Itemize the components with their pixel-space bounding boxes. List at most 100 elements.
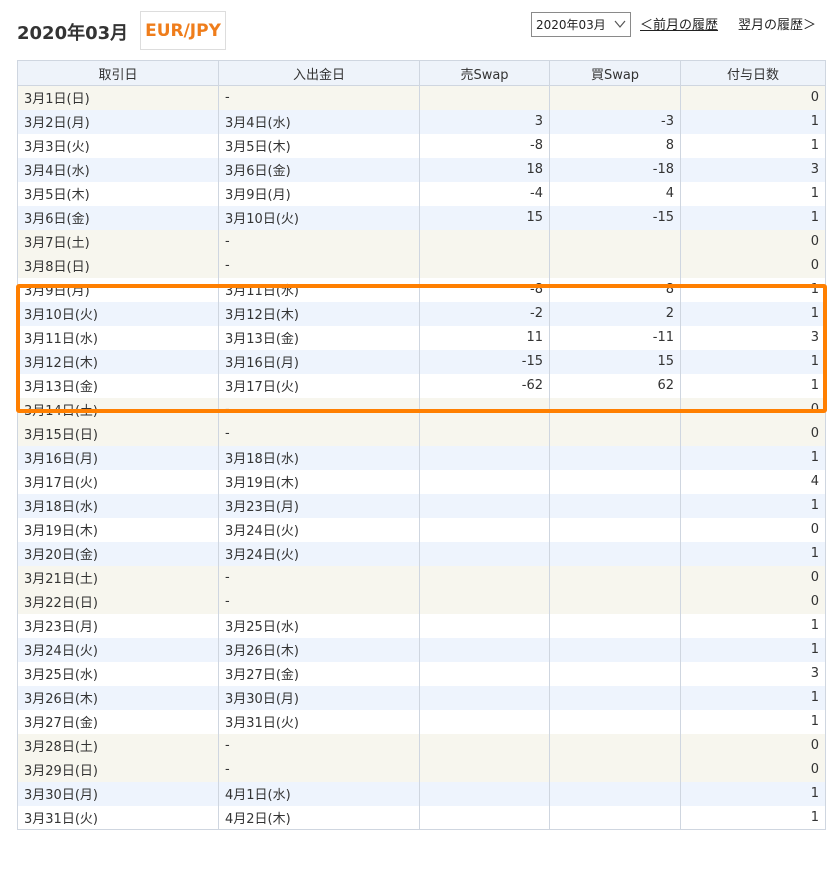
- cell-buy-swap: -18: [549, 157, 681, 182]
- cell-settlement-date: 3月5日(木): [218, 133, 420, 158]
- next-month-link[interactable]: 翌月の履歴＞: [738, 14, 816, 33]
- column-header-trade-date: 取引日: [17, 60, 219, 86]
- cell-days: 1: [680, 805, 826, 830]
- cell-days: 0: [680, 517, 826, 542]
- cell-days: 1: [680, 349, 826, 374]
- cell-sell-swap: -15: [419, 349, 550, 374]
- cell-days: 0: [680, 589, 826, 614]
- cell-trade-date: 3月7日(土): [17, 229, 219, 254]
- cell-settlement-date: -: [218, 253, 420, 278]
- cell-sell-swap: 11: [419, 325, 550, 350]
- cell-buy-swap: [549, 805, 681, 830]
- cell-days: 1: [680, 301, 826, 326]
- table-row: 3月25日(水) 3月27日(金) 3: [17, 661, 826, 686]
- cell-settlement-date: 3月6日(金): [218, 157, 420, 182]
- cell-sell-swap: [419, 613, 550, 638]
- table-row: 3月26日(木) 3月30日(月) 1: [17, 685, 826, 710]
- table-row: 3月29日(日) - 0: [17, 757, 826, 782]
- table-row: 3月22日(日) - 0: [17, 589, 826, 614]
- cell-trade-date: 3月20日(金): [17, 541, 219, 566]
- cell-settlement-date: 4月2日(木): [218, 805, 420, 830]
- cell-days: 1: [680, 781, 826, 806]
- table-header-row: 取引日 入出金日 売Swap 買Swap 付与日数: [17, 60, 826, 86]
- cell-sell-swap: -2: [419, 301, 550, 326]
- table-row: 3月20日(金) 3月24日(火) 1: [17, 541, 826, 566]
- cell-trade-date: 3月30日(月): [17, 781, 219, 806]
- table-row: 3月27日(金) 3月31日(火) 1: [17, 709, 826, 734]
- cell-sell-swap: [419, 397, 550, 422]
- cell-sell-swap: [419, 517, 550, 542]
- cell-settlement-date: 3月10日(火): [218, 205, 420, 230]
- cell-settlement-date: 3月18日(水): [218, 445, 420, 470]
- table-row: 3月23日(月) 3月25日(水) 1: [17, 613, 826, 638]
- cell-settlement-date: -: [218, 85, 420, 110]
- cell-days: 0: [680, 253, 826, 278]
- cell-trade-date: 3月6日(金): [17, 205, 219, 230]
- cell-days: 1: [680, 637, 826, 662]
- cell-buy-swap: [549, 709, 681, 734]
- cell-settlement-date: 3月16日(月): [218, 349, 420, 374]
- cell-days: 0: [680, 757, 826, 782]
- cell-trade-date: 3月15日(日): [17, 421, 219, 446]
- cell-trade-date: 3月12日(木): [17, 349, 219, 374]
- cell-sell-swap: [419, 661, 550, 686]
- cell-sell-swap: 18: [419, 157, 550, 182]
- cell-sell-swap: -8: [419, 133, 550, 158]
- cell-sell-swap: [419, 709, 550, 734]
- cell-trade-date: 3月24日(火): [17, 637, 219, 662]
- cell-trade-date: 3月5日(木): [17, 181, 219, 206]
- cell-sell-swap: [419, 229, 550, 254]
- cell-sell-swap: [419, 733, 550, 758]
- column-header-buy-swap: 買Swap: [549, 60, 681, 86]
- table-row: 3月19日(木) 3月24日(火) 0: [17, 517, 826, 542]
- cell-sell-swap: -4: [419, 181, 550, 206]
- cell-days: 0: [680, 421, 826, 446]
- table-row: 3月10日(火) 3月12日(木) -2 2 1: [17, 301, 826, 326]
- table-row: 3月11日(水) 3月13日(金) 11 -11 3: [17, 325, 826, 350]
- cell-trade-date: 3月17日(火): [17, 469, 219, 494]
- cell-trade-date: 3月26日(木): [17, 685, 219, 710]
- cell-settlement-date: 4月1日(水): [218, 781, 420, 806]
- cell-buy-swap: [549, 253, 681, 278]
- cell-days: 1: [680, 493, 826, 518]
- cell-sell-swap: [419, 805, 550, 830]
- month-select-value: 2020年03月: [536, 18, 606, 32]
- cell-sell-swap: [419, 421, 550, 446]
- cell-buy-swap: [549, 613, 681, 638]
- cell-buy-swap: [549, 397, 681, 422]
- cell-settlement-date: -: [218, 397, 420, 422]
- cell-sell-swap: [419, 781, 550, 806]
- cell-settlement-date: -: [218, 229, 420, 254]
- cell-settlement-date: 3月26日(木): [218, 637, 420, 662]
- cell-days: 1: [680, 109, 826, 134]
- cell-days: 4: [680, 469, 826, 494]
- prev-month-link[interactable]: ＜前月の履歴: [640, 14, 718, 33]
- cell-buy-swap: [549, 733, 681, 758]
- column-header-days: 付与日数: [680, 60, 826, 86]
- table-row: 3月15日(日) - 0: [17, 421, 826, 446]
- month-select[interactable]: 2020年03月: [531, 12, 631, 37]
- cell-sell-swap: -62: [419, 373, 550, 398]
- cell-sell-swap: [419, 469, 550, 494]
- cell-buy-swap: 8: [549, 133, 681, 158]
- table-row: 3月31日(火) 4月2日(木) 1: [17, 805, 826, 830]
- cell-trade-date: 3月8日(日): [17, 253, 219, 278]
- cell-buy-swap: [549, 493, 681, 518]
- cell-trade-date: 3月18日(水): [17, 493, 219, 518]
- table-row: 3月24日(火) 3月26日(木) 1: [17, 637, 826, 662]
- cell-days: 0: [680, 85, 826, 110]
- cell-days: 1: [680, 277, 826, 302]
- cell-days: 3: [680, 661, 826, 686]
- cell-buy-swap: [549, 757, 681, 782]
- cell-buy-swap: 15: [549, 349, 681, 374]
- cell-settlement-date: 3月9日(月): [218, 181, 420, 206]
- cell-trade-date: 3月2日(月): [17, 109, 219, 134]
- cell-days: 0: [680, 229, 826, 254]
- table-row: 3月30日(月) 4月1日(水) 1: [17, 781, 826, 806]
- cell-buy-swap: [549, 781, 681, 806]
- cell-settlement-date: 3月27日(金): [218, 661, 420, 686]
- cell-settlement-date: 3月23日(月): [218, 493, 420, 518]
- column-header-sell-swap: 売Swap: [419, 60, 550, 86]
- cell-sell-swap: [419, 445, 550, 470]
- cell-days: 0: [680, 733, 826, 758]
